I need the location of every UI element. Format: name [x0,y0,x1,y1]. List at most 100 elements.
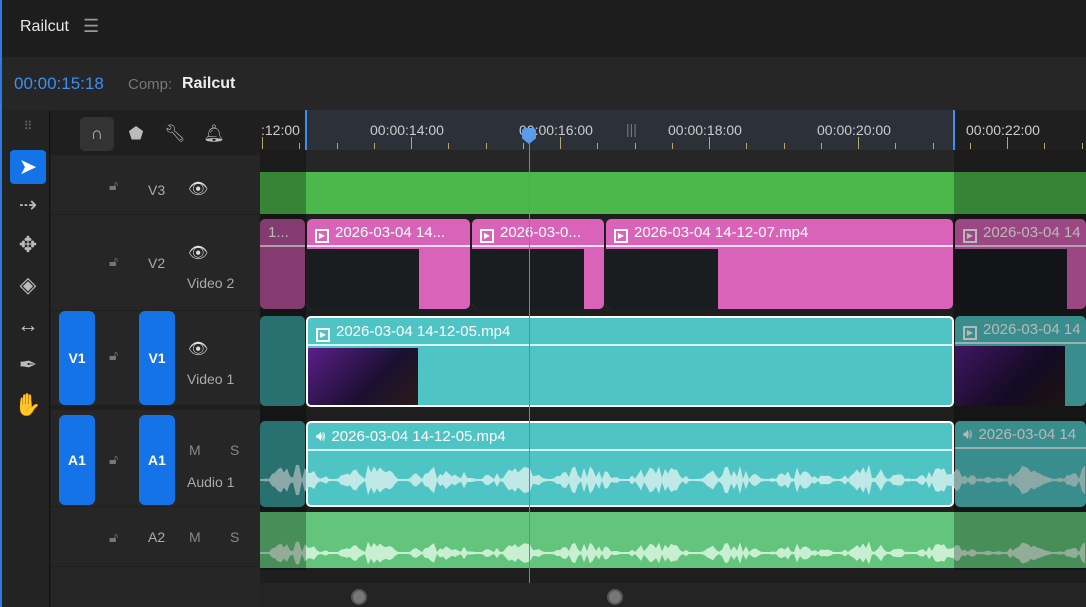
ruler-tick [299,143,301,149]
track-label: Audio 1 [187,474,235,490]
selection-tool-icon[interactable]: ➤ [10,150,46,184]
thumbnail [955,249,1067,309]
track-target-a1[interactable]: A1 [139,415,175,505]
ruler-tick [411,137,412,149]
clip-name: 2026-03-04 14-12-05.mp4 [331,428,506,445]
mute-button[interactable]: M [189,442,201,458]
clip-v1[interactable] [260,316,305,406]
clip-label: ▶ 2026-03-04 14 [955,219,1086,247]
track-label: Video 2 [187,275,235,291]
track-header-a2: 🔓︎ A2 M S [51,507,260,567]
work-area-handle[interactable]: ||| [626,121,637,137]
track-select-forward-tool-icon[interactable]: ⇢ [10,188,46,222]
ruler-tick [597,143,599,149]
video-clip-icon: ▶ [480,229,494,243]
video-clip-icon: ▶ [315,229,329,243]
in-point-marker[interactable] [305,110,307,150]
eye-icon[interactable]: 👁︎ [188,243,208,263]
clip-v2[interactable]: ▶ 2026-03-0... [472,219,604,309]
app-title: Railcut [20,18,69,35]
audio-clip-icon: 🔊︎ [316,428,326,445]
ruler-tick [820,143,822,149]
wrench-icon[interactable]: 🔧︎ [158,117,192,151]
out-point-marker[interactable] [953,110,955,150]
marker-icon[interactable]: ⬟ [119,117,153,151]
current-timecode[interactable]: 00:00:15:18 [14,74,104,94]
clip-v3-color-matte[interactable] [260,172,1086,214]
ruler-label: 00:00:22:00 [966,122,1040,138]
ruler-tick [634,143,636,149]
clip-label: ▶ 2026-03-04 14 [955,316,1086,344]
clip-label: ▶ 2026-03-04 14... [307,219,470,247]
solo-button[interactable]: S [230,529,239,545]
ruler-tick [522,143,524,149]
ruler-tick [448,143,450,149]
bell-icon[interactable]: 🔔︎ [197,117,231,151]
mute-button[interactable]: M [189,529,201,545]
lock-icon[interactable]: 🔓︎ [109,451,118,468]
source-patch-v1[interactable]: V1 [59,311,95,405]
hand-tool-icon[interactable]: ✋ [10,388,46,422]
clip-v2[interactable]: ▶ 2026-03-04 14-12-07.mp4 [606,219,953,309]
ruler-tick [858,137,859,149]
horizontal-scrollbar[interactable] [260,583,1086,607]
lock-icon[interactable]: 🔓︎ [109,253,118,270]
ruler-tick [709,137,710,149]
track-header-v2: 🔓︎ V2 👁︎ Video 2 [51,215,260,311]
audio-waveform-a1 [260,464,1085,496]
solo-button[interactable]: S [230,442,239,458]
pen-tool-icon[interactable]: ✒ [10,348,46,382]
ruler-tick [336,143,338,149]
track-header-v1: V1 🔓︎ V1 👁︎ Video 1 [51,311,260,410]
lock-icon[interactable]: 🔓︎ [109,529,118,546]
clip-v2[interactable]: ▶ 2026-03-04 14... [307,219,470,309]
clip-name: 2026-03-04 14 [983,224,1081,241]
playhead-line[interactable] [529,128,530,583]
thumbnail [606,249,718,309]
eye-icon[interactable]: 👁︎ [188,339,208,359]
clip-v1[interactable]: ▶ 2026-03-04 14 [955,316,1086,406]
ruler-tick [373,143,375,149]
ruler-label: 00:00:20:00 [817,122,891,138]
hamburger-icon[interactable]: ☰ [83,16,99,37]
snap-magnet-icon[interactable]: ∩ [80,117,114,151]
ruler-label: 00:00:18:00 [668,122,742,138]
ruler-tick [262,137,263,149]
ruler-tick [895,143,897,149]
waveform-path [260,541,1085,565]
ruler-tick [1044,143,1046,149]
track-header-v3: 🔓︎ V3 👁︎ [51,155,260,215]
track-target-v1[interactable]: V1 [139,311,175,405]
lock-icon[interactable]: 🔓︎ [109,177,118,194]
clip-label: ▶ 2026-03-04 14-12-05.mp4 [308,318,952,346]
ruler-label: 00:00:14:00 [370,122,444,138]
clip-name: 2026-03-0... [500,224,581,241]
panel-grip-icon[interactable]: ⠿ [10,116,46,136]
video-clip-icon: ▶ [614,229,628,243]
track-header-a1: A1 🔓︎ A1 M S Audio 1 [51,415,260,507]
audio-clip-icon: 🔊︎ [963,426,973,443]
clip-label: ▶ 2026-03-0... [472,219,604,247]
clip-v2[interactable]: 1... [260,219,305,309]
ripple-edit-tool-icon[interactable]: ✥ [10,228,46,262]
razor-tool-icon[interactable]: ◈ [10,268,46,302]
clip-name: 1... [260,219,305,247]
clip-v2[interactable]: ▶ 2026-03-04 14 [955,219,1086,309]
ruler-tick [932,143,934,149]
thumbnail [472,249,584,309]
track-label: Video 1 [187,371,235,387]
eye-icon[interactable]: 👁︎ [188,179,208,199]
track-name: V3 [148,182,166,198]
slip-tool-icon[interactable]: ↔ [10,308,46,342]
ruler-tick [671,143,673,149]
scroll-handle-right[interactable] [607,589,623,605]
scroll-handle-left[interactable] [351,589,367,605]
clip-label: ▶ 2026-03-04 14-12-07.mp4 [606,219,953,247]
thumbnail [307,249,419,309]
clip-v1-selected[interactable]: ▶ 2026-03-04 14-12-05.mp4 [306,316,954,407]
clip-name: 2026-03-04 14... [335,224,446,241]
track-name: V2 [148,255,166,271]
lock-icon[interactable]: 🔓︎ [109,347,118,364]
title-bar [0,0,1086,57]
source-patch-a1[interactable]: A1 [59,415,95,505]
